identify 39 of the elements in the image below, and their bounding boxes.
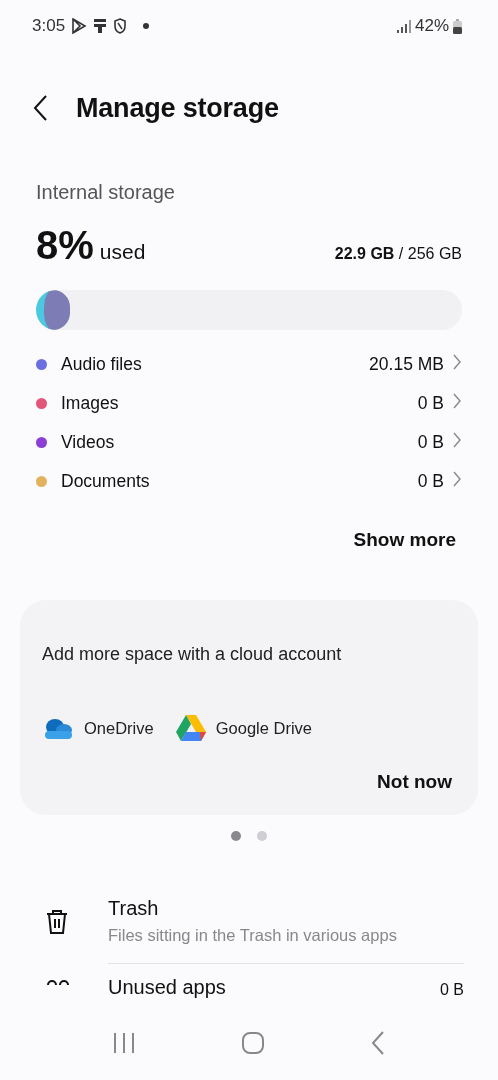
cloud-service-button[interactable]: Google Drive — [175, 715, 312, 741]
section-label: Internal storage — [36, 181, 176, 204]
list-item[interactable]: Unused apps 0 B — [0, 964, 498, 1007]
category-size: 0 B — [417, 432, 444, 453]
battery-percent: 42% — [414, 16, 449, 36]
used-label: used — [99, 240, 147, 264]
category-row[interactable]: Videos 0 B — [36, 423, 462, 462]
signal-icon — [396, 19, 411, 33]
clock: 3:05 — [32, 16, 66, 36]
category-size: 0 B — [417, 393, 444, 414]
category-size: 0 B — [417, 471, 444, 492]
category-row[interactable]: Documents 0 B — [36, 462, 462, 501]
trash-icon — [46, 909, 68, 935]
play-store-icon — [71, 18, 88, 34]
cloud-service-button[interactable]: OneDrive — [42, 717, 154, 739]
item-subtitle: Files sitting in the Trash in various apps — [108, 926, 398, 945]
item-value: 0 B — [440, 981, 464, 999]
item-title: Trash — [108, 897, 160, 920]
category-name: Documents — [61, 471, 151, 492]
list-item[interactable]: Trash Files sitting in the Trash in various apps — [0, 897, 498, 964]
shield-icon — [113, 18, 128, 34]
battery-icon — [453, 18, 462, 34]
dot-icon — [143, 23, 150, 29]
usage-percent: 8% — [36, 223, 94, 268]
card-message: Add more space with a cloud account — [42, 644, 343, 665]
category-name: Videos — [61, 432, 116, 453]
show-more-button[interactable]: Show more — [353, 523, 456, 557]
storage-total: 22.9 GB / 256 GB — [334, 245, 462, 263]
page-title: Manage storage — [76, 92, 279, 124]
onedrive-cloud-icon — [42, 717, 74, 739]
category-row[interactable]: Audio files 20.15 MB — [36, 345, 462, 384]
category-size: 20.15 MB — [369, 354, 444, 375]
not-now-button[interactable]: Not now — [377, 771, 452, 793]
category-name: Audio files — [61, 354, 143, 375]
category-name: Images — [61, 393, 120, 414]
item-title: Unused apps — [108, 976, 227, 999]
drive-triangle-icon — [175, 715, 206, 741]
notification-icon — [93, 18, 108, 34]
category-row[interactable]: Images 0 B — [36, 384, 462, 423]
